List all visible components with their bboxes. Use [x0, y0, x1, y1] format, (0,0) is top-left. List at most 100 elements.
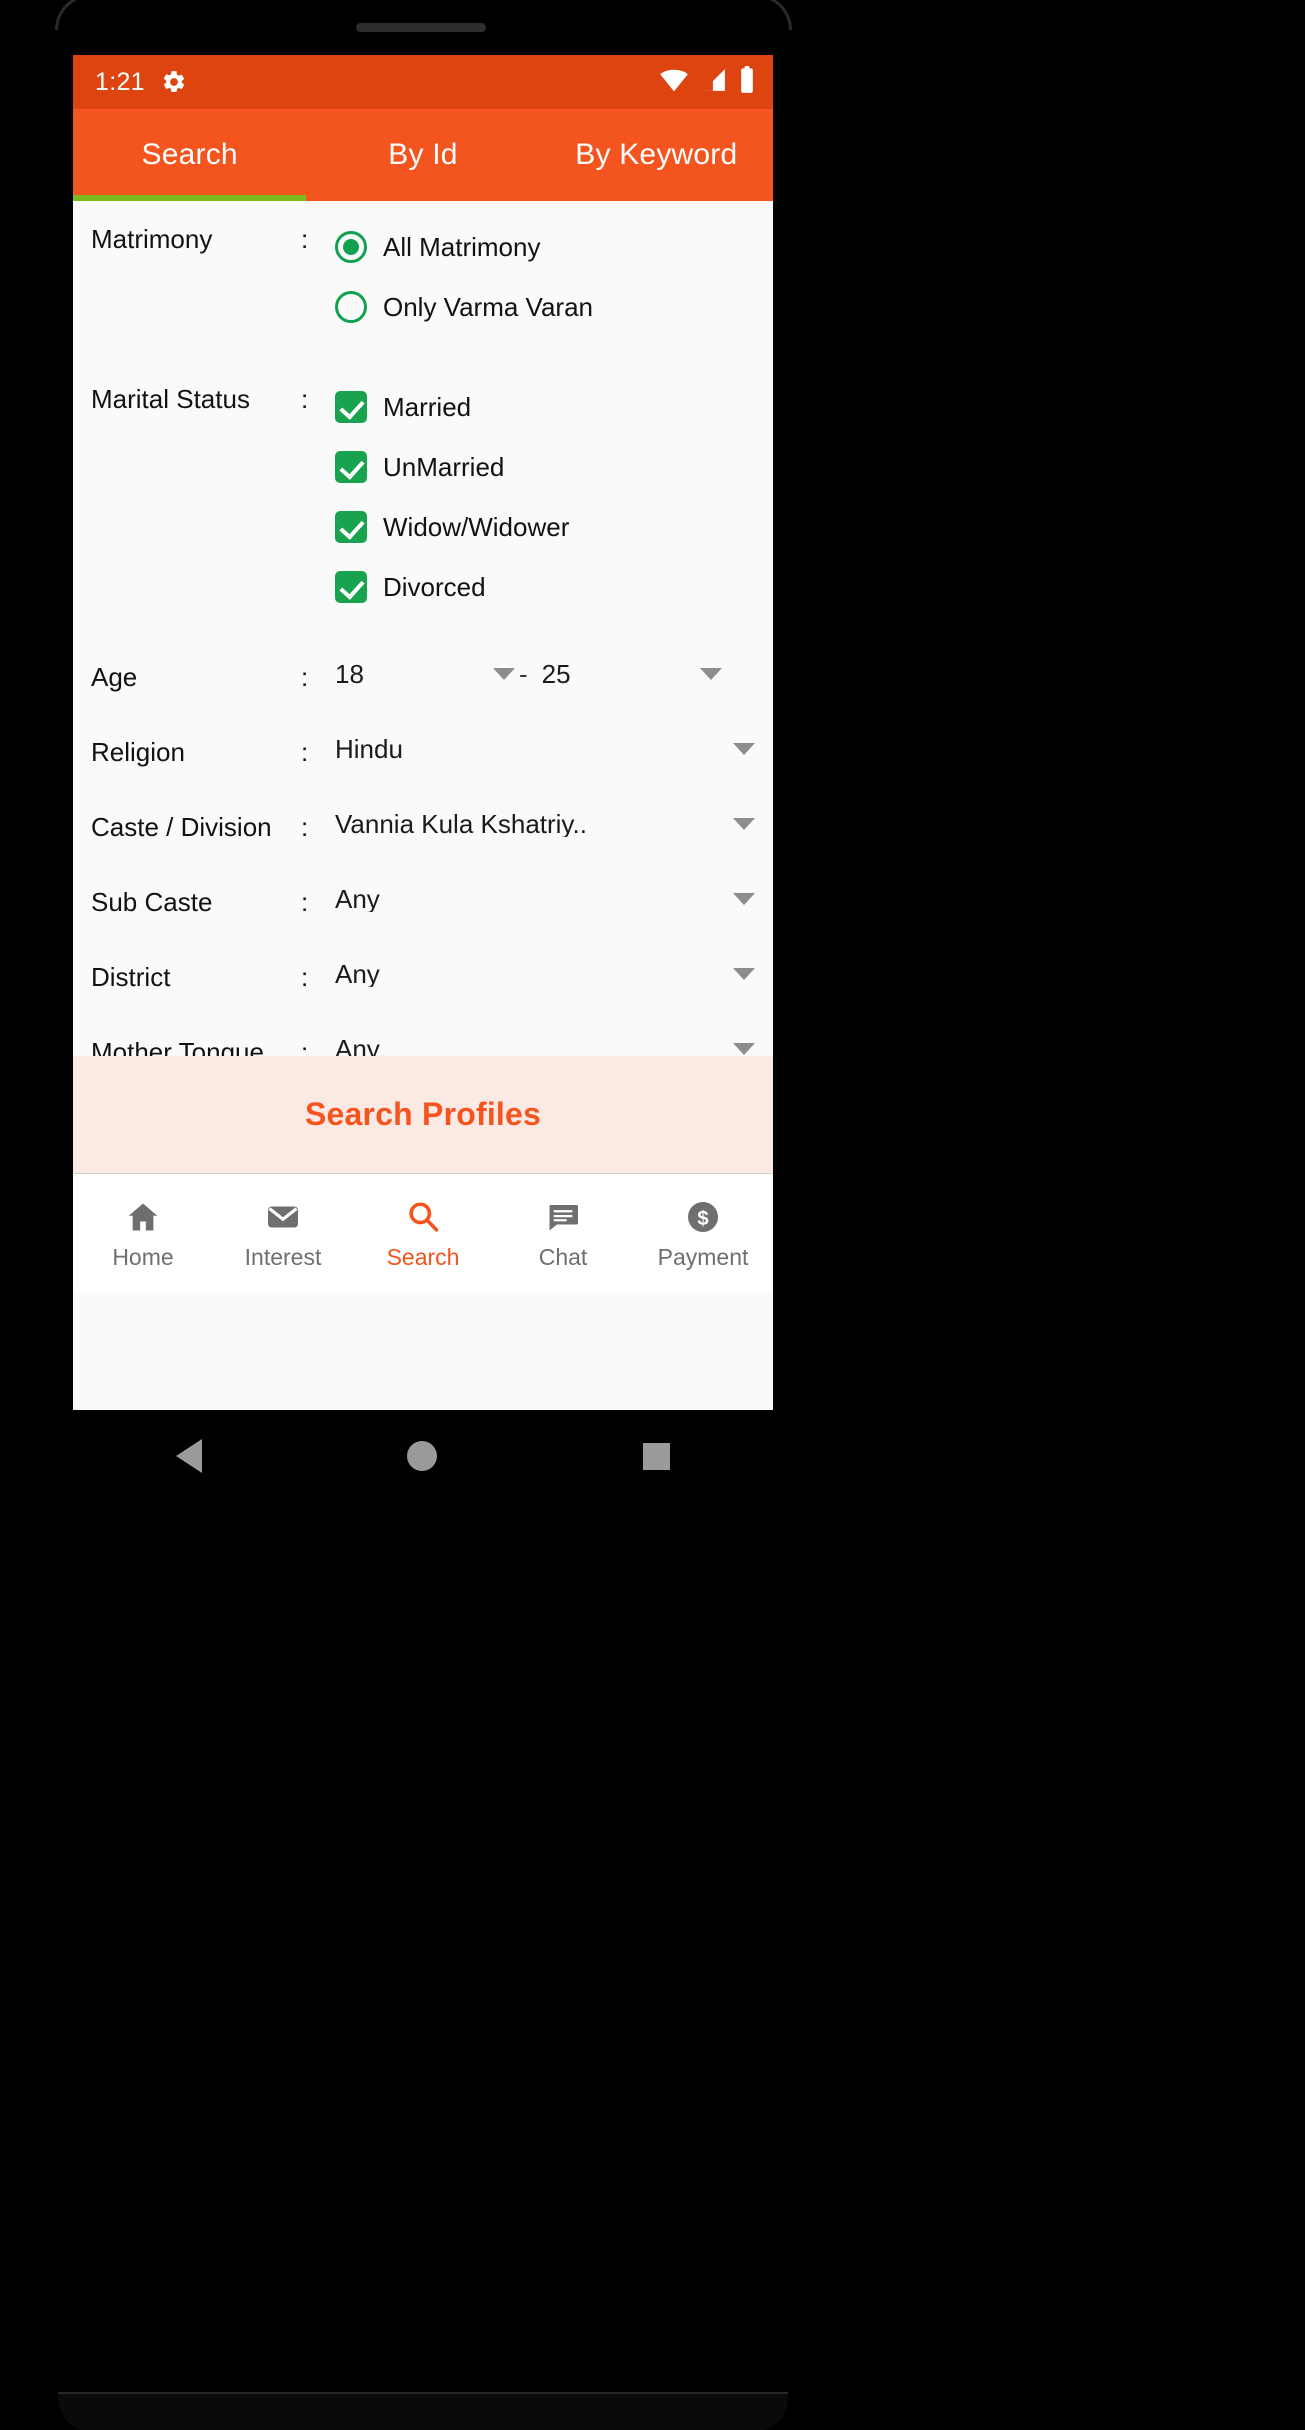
checkbox-married-label: Married	[383, 392, 472, 422]
matrimony-colon: :	[301, 224, 309, 254]
status-time: 1:21	[95, 67, 145, 96]
mother-tongue-label: Mother Tongue	[91, 1037, 264, 1056]
sub-caste-label: Sub Caste	[91, 887, 213, 917]
sub-caste-dropdown[interactable]: Any	[335, 886, 755, 912]
checkbox-widow-widower-icon	[335, 511, 367, 543]
chevron-down-icon	[733, 968, 755, 980]
matrimony-options: All Matrimony Only Varma Varan	[335, 223, 755, 331]
nav-item-payment[interactable]: $ Payment	[633, 1198, 773, 1269]
sub-caste-value: Any	[335, 886, 380, 912]
checkbox-option-divorced[interactable]: Divorced	[335, 563, 755, 611]
checkbox-widow-widower-label: Widow/Widower	[383, 512, 570, 542]
chat-bubble-icon	[545, 1198, 581, 1236]
chevron-down-icon	[733, 893, 755, 905]
sub-caste-colon: :	[301, 887, 309, 917]
checkbox-divorced-label: Divorced	[383, 572, 486, 602]
age-to-value: 25	[541, 661, 571, 687]
chevron-down-icon	[699, 668, 722, 680]
row-gap	[73, 331, 773, 357]
phone-screen: 1:21 Search By Id By Keyword Matrimony:…	[73, 55, 773, 1410]
chevron-down-icon	[733, 1043, 755, 1055]
checkbox-divorced-icon	[335, 571, 367, 603]
form-row-age: Age : 18 - 25	[73, 661, 773, 690]
wifi-icon	[659, 68, 689, 97]
nav-chat-label: Chat	[538, 1243, 588, 1270]
checkbox-option-married[interactable]: Married	[335, 383, 755, 431]
marital-status-colon: :	[301, 384, 309, 414]
radio-all-matrimony-label: All Matrimony	[383, 232, 541, 262]
district-colon: :	[301, 962, 309, 992]
nav-home-label: Home	[112, 1243, 174, 1270]
gear-icon	[161, 69, 187, 95]
mother-tongue-dropdown[interactable]: Any	[335, 1036, 755, 1056]
marital-status-label: Marital Status	[91, 384, 250, 414]
nav-item-chat[interactable]: Chat	[493, 1198, 633, 1269]
recents-square-icon[interactable]	[643, 1442, 671, 1470]
nav-payment-label: Payment	[657, 1243, 749, 1270]
back-triangle-icon[interactable]	[175, 1439, 202, 1473]
screenshot-root: 1:21 Search By Id By Keyword Matrimony:…	[0, 0, 1305, 2430]
radio-option-all-matrimony[interactable]: All Matrimony	[335, 223, 755, 271]
checkbox-option-unmarried[interactable]: UnMarried	[335, 443, 755, 491]
form-row-district: District : Any	[73, 961, 773, 990]
battery-full-icon	[739, 65, 755, 99]
religion-label: Religion	[91, 737, 185, 767]
chevron-down-icon	[733, 743, 755, 755]
home-icon	[125, 1198, 161, 1236]
mother-tongue-value: Any	[335, 1036, 380, 1056]
religion-colon: :	[301, 737, 309, 767]
district-dropdown[interactable]: Any	[335, 961, 755, 987]
earpiece-speaker	[356, 23, 486, 32]
form-row-marital-status: Marital Status : Married UnMarried Widow…	[73, 383, 773, 611]
district-label: District	[91, 962, 171, 992]
search-form: Matrimony : All Matrimony Only Varma Var…	[73, 201, 773, 1056]
caste-division-dropdown[interactable]: Vannia Kula Kshatriy..	[335, 811, 755, 837]
age-range-dash: -	[519, 659, 528, 689]
nav-interest-label: Interest	[244, 1243, 322, 1270]
checkbox-option-widow-widower[interactable]: Widow/Widower	[335, 503, 755, 551]
tab-by-id[interactable]: By Id	[306, 140, 539, 170]
checkbox-married-icon	[335, 391, 367, 423]
radio-only-varma-varan-label: Only Varma Varan	[383, 292, 594, 322]
age-to-dropdown[interactable]: 25	[542, 661, 722, 687]
form-row-sub-caste: Sub Caste : Any	[73, 886, 773, 915]
android-system-navigation	[73, 1410, 773, 1502]
search-profiles-button[interactable]: Search Profiles	[73, 1056, 773, 1174]
radio-all-matrimony-icon	[335, 231, 367, 263]
age-label: Age	[91, 662, 138, 692]
tab-by-keyword[interactable]: By Keyword	[540, 140, 773, 170]
dollar-circle-icon: $	[685, 1198, 721, 1236]
chevron-down-icon	[733, 818, 755, 830]
status-bar-icons	[659, 65, 755, 99]
checkbox-unmarried-label: UnMarried	[383, 452, 505, 482]
form-row-matrimony: Matrimony : All Matrimony Only Varma Var…	[73, 223, 773, 331]
caste-division-value: Vannia Kula Kshatriy..	[335, 811, 587, 837]
nav-item-home[interactable]: Home	[73, 1198, 213, 1269]
bottom-navigation-bar: Home Interest Search Chat $ Payment	[73, 1174, 773, 1292]
caste-division-colon: :	[301, 812, 309, 842]
district-value: Any	[335, 961, 380, 987]
age-controls: 18 - 25	[335, 661, 755, 687]
form-row-religion: Religion : Hindu	[73, 736, 773, 765]
religion-dropdown[interactable]: Hindu	[335, 736, 755, 762]
status-bar: 1:21	[73, 55, 773, 109]
tab-search[interactable]: Search	[73, 140, 306, 170]
magnifier-icon	[405, 1198, 441, 1236]
nav-search-label: Search	[386, 1243, 460, 1270]
chevron-down-icon	[493, 668, 515, 680]
home-circle-icon[interactable]	[407, 1441, 438, 1471]
nav-item-search[interactable]: Search	[353, 1198, 493, 1269]
age-from-value: 18	[335, 661, 364, 687]
age-from-dropdown[interactable]: 18	[335, 661, 515, 687]
checkbox-unmarried-icon	[335, 451, 367, 483]
matrimony-label: Matrimony	[91, 224, 213, 254]
nav-item-interest[interactable]: Interest	[213, 1198, 353, 1269]
marital-status-options: Married UnMarried Widow/Widower Divorced	[335, 383, 755, 611]
cellular-signal-icon	[700, 68, 728, 97]
radio-option-only-varma-varan[interactable]: Only Varma Varan	[335, 283, 755, 331]
phone-bottom-bezel	[58, 2392, 788, 2430]
caste-division-label: Caste / Division	[91, 812, 272, 842]
svg-text:$: $	[697, 1207, 708, 1229]
radio-only-varma-varan-icon	[335, 291, 367, 323]
mother-tongue-colon: :	[301, 1037, 309, 1056]
